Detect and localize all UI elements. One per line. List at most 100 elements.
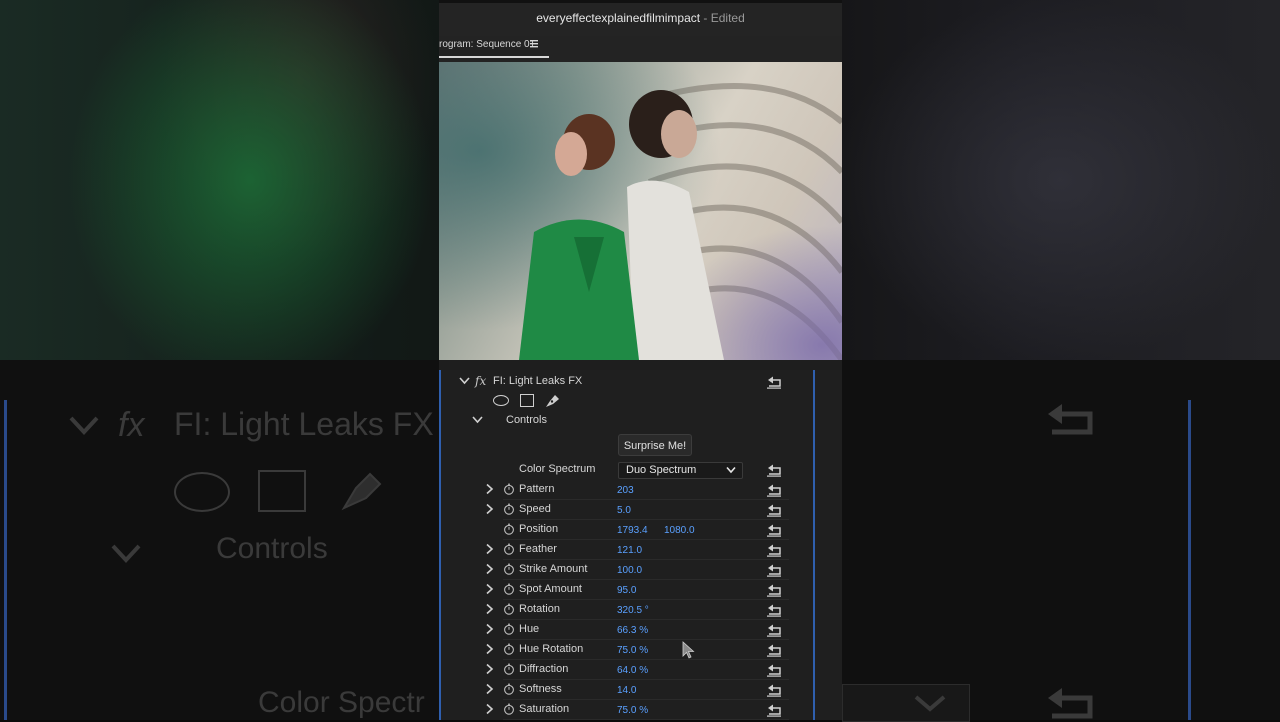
program-monitor-header: rogram: Sequence 01: [439, 36, 842, 62]
pen-mask-icon[interactable]: [544, 393, 560, 409]
param-label: Pattern: [519, 483, 555, 495]
chevron-right-icon[interactable]: [483, 543, 495, 555]
chevron-right-icon[interactable]: [483, 603, 495, 615]
param-value[interactable]: 1793.4: [617, 525, 648, 536]
mouse-cursor-icon: [682, 641, 695, 659]
reset-icon[interactable]: [766, 583, 782, 597]
param-value[interactable]: 95.0: [617, 585, 636, 596]
video-frame-illustration: [439, 62, 842, 360]
effect-name: FI: Light Leaks FX: [493, 375, 583, 387]
chevron-right-icon[interactable]: [483, 703, 495, 715]
reset-icon[interactable]: [766, 375, 782, 389]
param-label: Hue: [519, 623, 540, 635]
reset-icon[interactable]: [766, 683, 782, 697]
chevron-right-icon[interactable]: [483, 643, 495, 655]
param-label: Speed: [519, 503, 551, 515]
stopwatch-icon[interactable]: [503, 583, 515, 595]
param-value[interactable]: 14.0: [617, 685, 636, 696]
reset-icon[interactable]: [766, 663, 782, 677]
param-value[interactable]: 100.0: [617, 565, 642, 576]
param-row-position[interactable]: Position 1793.4 1080.0: [439, 520, 789, 540]
param-value[interactable]: 320.5 °: [617, 605, 649, 616]
reset-icon[interactable]: [766, 463, 782, 477]
ghost-ellipse-icon: [174, 472, 230, 512]
param-row-diffraction[interactable]: Diffraction 64.0 %: [439, 660, 789, 680]
param-row-pattern[interactable]: Pattern 203: [439, 480, 789, 500]
stopwatch-icon[interactable]: [503, 543, 515, 555]
controls-group-row[interactable]: Controls: [439, 411, 789, 431]
title-bar: everyeffectexplainedfilmimpact - Edited: [439, 0, 842, 36]
stopwatch-icon[interactable]: [503, 483, 515, 495]
param-row-spot-amount[interactable]: Spot Amount 95.0: [439, 580, 789, 600]
param-value[interactable]: 64.0 %: [617, 665, 648, 676]
reset-icon[interactable]: [766, 563, 782, 577]
chevron-right-icon[interactable]: [483, 483, 495, 495]
param-label: Feather: [519, 543, 557, 555]
edited-status: - Edited: [700, 11, 745, 25]
stopwatch-icon[interactable]: [503, 623, 515, 635]
param-label: Diffraction: [519, 663, 569, 675]
param-value-y[interactable]: 1080.0: [664, 525, 695, 536]
stopwatch-icon[interactable]: [503, 503, 515, 515]
param-value[interactable]: 75.0 %: [617, 705, 648, 716]
rectangle-mask-icon[interactable]: [520, 394, 534, 407]
param-label: Saturation: [519, 703, 570, 715]
param-row-hue-rotation[interactable]: Hue Rotation 75.0 %: [439, 640, 789, 660]
reset-icon[interactable]: [766, 543, 782, 557]
hamburger-icon[interactable]: [530, 40, 538, 48]
chevron-right-icon[interactable]: [483, 683, 495, 695]
param-row-speed[interactable]: Speed 5.0: [439, 500, 789, 520]
ghost-timeline-line: [1188, 400, 1191, 720]
reset-icon[interactable]: [766, 483, 782, 497]
color-spectrum-dropdown[interactable]: Duo Spectrum: [618, 462, 743, 479]
ghost-effect-name: FI: Light Leaks FX: [174, 406, 434, 442]
reset-icon[interactable]: [766, 523, 782, 537]
chevron-down-icon[interactable]: [459, 377, 470, 385]
stopwatch-icon[interactable]: [503, 603, 515, 615]
ghost-reset-icon: [1048, 404, 1093, 435]
param-value[interactable]: 5.0: [617, 505, 631, 516]
reset-icon[interactable]: [766, 703, 782, 717]
effect-header-row[interactable]: fx FI: Light Leaks FX: [439, 372, 789, 392]
chevron-right-icon[interactable]: [483, 503, 495, 515]
stopwatch-icon[interactable]: [503, 683, 515, 695]
stopwatch-icon[interactable]: [503, 703, 515, 715]
param-value[interactable]: 203: [617, 485, 634, 496]
stopwatch-icon[interactable]: [503, 563, 515, 575]
param-label: Spot Amount: [519, 583, 582, 595]
color-spectrum-label: Color Spectrum: [519, 463, 596, 475]
stopwatch-icon[interactable]: [503, 523, 515, 535]
chevron-down-icon[interactable]: [472, 416, 483, 424]
premiere-window: everyeffectexplainedfilmimpact - Edited …: [439, 0, 842, 720]
param-row-saturation[interactable]: Saturation 75.0 %: [439, 700, 789, 720]
reset-icon[interactable]: [766, 623, 782, 637]
param-value[interactable]: 75.0 %: [617, 645, 648, 656]
reset-icon[interactable]: [766, 643, 782, 657]
param-row-strike-amount[interactable]: Strike Amount 100.0: [439, 560, 789, 580]
param-row-feather[interactable]: Feather 121.0: [439, 540, 789, 560]
ghost-rectangle-icon: [258, 470, 306, 512]
playhead-line[interactable]: [813, 370, 815, 720]
ghost-pen-icon: [341, 472, 382, 511]
program-monitor-video[interactable]: [439, 62, 842, 360]
chevron-right-icon[interactable]: [483, 663, 495, 675]
param-value[interactable]: 121.0: [617, 545, 642, 556]
param-row-hue[interactable]: Hue 66.3 %: [439, 620, 789, 640]
stopwatch-icon[interactable]: [503, 663, 515, 675]
reset-icon[interactable]: [766, 603, 782, 617]
param-value[interactable]: 66.3 %: [617, 625, 648, 636]
surprise-me-button[interactable]: Surprise Me!: [618, 434, 692, 456]
param-label: Hue Rotation: [519, 643, 584, 655]
param-row-rotation[interactable]: Rotation 320.5 °: [439, 600, 789, 620]
chevron-right-icon[interactable]: [483, 563, 495, 575]
param-row-softness[interactable]: Softness 14.0: [439, 680, 789, 700]
ellipse-mask-icon[interactable]: [493, 395, 509, 406]
effect-controls-panel: fx FI: Light Leaks FX Controls Surprise …: [439, 370, 842, 720]
chevron-right-icon[interactable]: [483, 583, 495, 595]
param-label: Softness: [519, 683, 562, 695]
chevron-right-icon[interactable]: [483, 623, 495, 635]
color-spectrum-value: Duo Spectrum: [626, 464, 697, 476]
stopwatch-icon[interactable]: [503, 643, 515, 655]
reset-icon[interactable]: [766, 503, 782, 517]
controls-label: Controls: [506, 414, 547, 426]
